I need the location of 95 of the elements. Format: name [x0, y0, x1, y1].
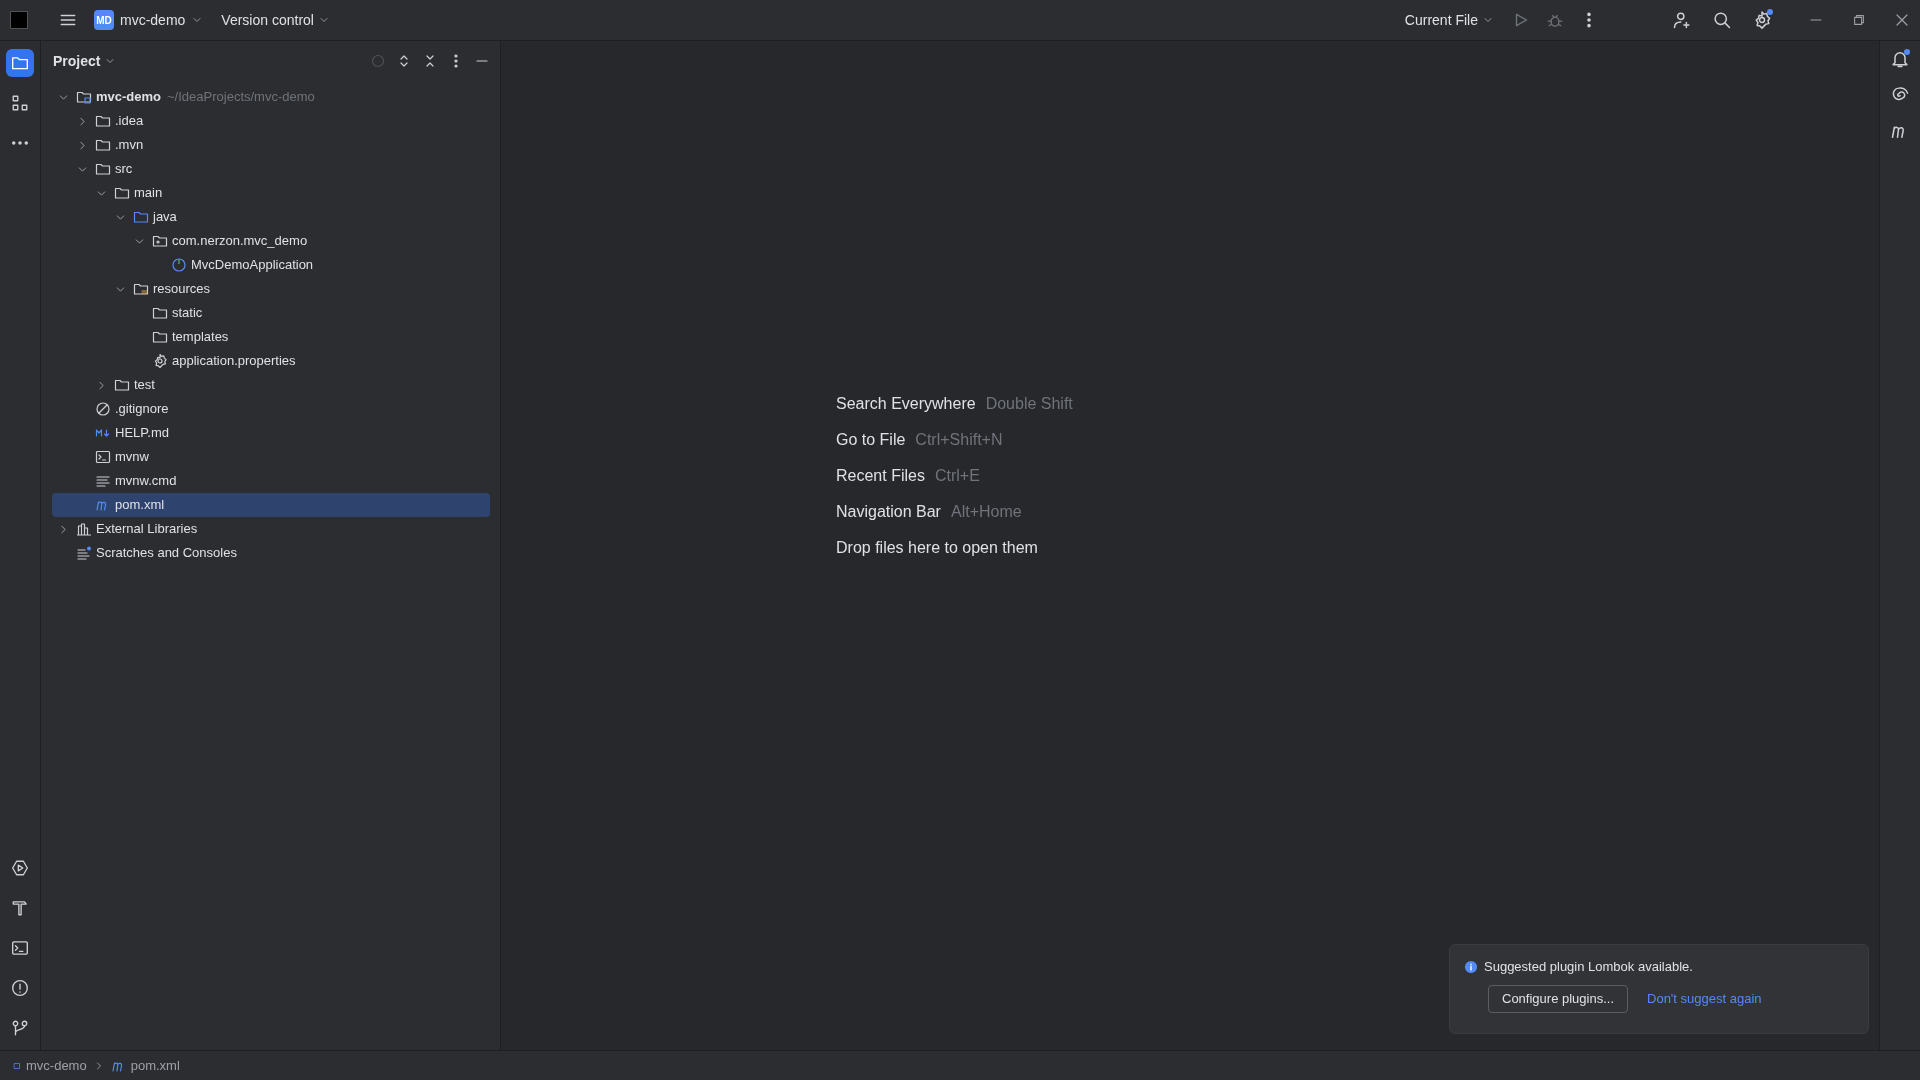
tree-item[interactable]: main — [52, 181, 490, 205]
folder-icon — [152, 305, 168, 321]
close-icon[interactable] — [1894, 12, 1910, 28]
folder-icon — [114, 377, 130, 393]
tree-item-label: static — [172, 304, 203, 323]
tree-item[interactable]: src — [52, 157, 490, 181]
app-logo — [10, 11, 28, 29]
folder-icon — [95, 137, 111, 153]
info-icon — [1464, 959, 1478, 974]
tree-item[interactable]: .idea — [52, 109, 490, 133]
shortcut-label: Alt+Home — [950, 501, 1022, 522]
configure-plugins-button[interactable]: Configure plugins... — [1488, 984, 1628, 1013]
add-user-icon[interactable] — [1672, 10, 1692, 30]
tree-item-label: External Libraries — [96, 520, 198, 539]
action-label: Search Everywhere — [836, 393, 976, 414]
folder-icon — [95, 113, 111, 129]
tree-item[interactable]: External Libraries — [52, 517, 490, 541]
scratch-icon — [76, 545, 92, 561]
shortcut-label: Ctrl+Shift+N — [915, 429, 1003, 450]
tree-item[interactable]: com.nerzon.mvc_demo — [52, 229, 490, 253]
tree-item-label: src — [115, 160, 133, 179]
tree-item[interactable]: .gitignore — [52, 397, 490, 421]
folder-icon — [11, 54, 29, 72]
tree-item[interactable]: resources — [52, 277, 490, 301]
tree-item[interactable]: Scratches and Consoles — [52, 541, 490, 565]
folder-icon — [133, 209, 149, 225]
tree-item-label: templates — [172, 328, 229, 347]
action-label: Navigation Bar — [836, 501, 941, 522]
prohibited-icon — [95, 401, 111, 417]
tool-window-button[interactable] — [6, 49, 34, 77]
breadcrumb[interactable]: mvc-demo — [12, 1055, 87, 1076]
warning-icon — [11, 979, 29, 997]
more-icon — [12, 141, 28, 145]
breadcrumb[interactable]: pom.xml — [110, 1055, 180, 1076]
tree-item-label: resources — [153, 280, 211, 299]
tree-item-label: application.properties — [172, 352, 296, 371]
terminal-icon — [95, 449, 111, 465]
tree-item[interactable]: mvc-demo ~/IdeaProjects/mvc-demo — [52, 85, 490, 109]
tree-item[interactable]: MvcDemoApplication — [52, 253, 490, 277]
tree-item[interactable]: .mvn — [52, 133, 490, 157]
tree-item-label: .mvn — [115, 136, 144, 155]
tree-item[interactable]: static — [52, 301, 490, 325]
tree-item[interactable]: test — [52, 373, 490, 397]
tree-item[interactable]: mvnw — [52, 445, 490, 469]
folder-icon — [95, 161, 111, 177]
action-label: Go to File — [836, 429, 906, 450]
run-configuration-selector[interactable]: Current File — [1400, 6, 1498, 34]
tree-item-label: com.nerzon.mvc_demo — [172, 232, 308, 251]
folder-icon — [114, 185, 130, 201]
notification-message: Suggested plugin Lombok available. — [1484, 958, 1693, 976]
structure-icon — [11, 94, 29, 112]
tree-item-label: .gitignore — [115, 400, 169, 419]
tree-item-label: main — [134, 184, 163, 203]
hammer-icon — [11, 899, 29, 917]
tree-item-label: MvcDemoApplication — [191, 256, 314, 275]
shortcut-label: Ctrl+E — [934, 465, 980, 486]
tree-item[interactable]: templates — [52, 325, 490, 349]
gear-icon — [152, 353, 168, 369]
tree-item[interactable]: mvnw.cmd — [52, 469, 490, 493]
class-icon — [171, 257, 187, 273]
tree-item-label: pom.xml — [115, 496, 165, 515]
terminal-icon — [11, 939, 29, 957]
folder-icon — [152, 233, 168, 249]
project-selector[interactable]: MD mvc-demo — [90, 6, 208, 34]
restore-icon[interactable] — [1852, 13, 1866, 27]
library-icon — [76, 521, 92, 537]
tree-item-label: .idea — [115, 112, 144, 131]
tree-item-label: mvnw.cmd — [115, 472, 177, 491]
folder-icon — [133, 281, 149, 297]
tree-item-label: mvnw — [115, 448, 149, 467]
dont-suggest-link[interactable]: Don't suggest again — [1647, 988, 1762, 1009]
tree-item[interactable]: application.properties — [52, 349, 490, 373]
text-file-icon — [95, 473, 111, 489]
action-label: Recent Files — [836, 465, 925, 486]
shortcut-label: Double Shift — [985, 393, 1073, 414]
services-icon — [11, 859, 29, 877]
folder-icon — [76, 89, 92, 105]
project-badge: MD — [94, 10, 114, 30]
folder-icon — [152, 329, 168, 345]
tree-item[interactable]: java — [52, 205, 490, 229]
notifications-icon[interactable] — [1890, 49, 1910, 69]
path-hint: ~/IdeaProjects/mvc-demo — [167, 88, 315, 107]
action-label: Drop files here to open them — [836, 537, 1038, 558]
module-icon — [12, 1060, 22, 1071]
search-icon[interactable] — [1712, 10, 1732, 30]
tree-item-label: Scratches and Consoles — [96, 544, 237, 563]
tree-item-label: HELP.md — [115, 424, 169, 443]
version-control-menu[interactable]: Version control — [217, 6, 334, 34]
tree-item[interactable]: pom.xml — [52, 493, 490, 517]
branch-icon — [11, 1019, 29, 1037]
tree-item-label: test — [134, 376, 155, 395]
panel-title-dropdown[interactable]: Project — [53, 50, 117, 72]
tree-item-label: java — [153, 208, 177, 227]
tree-item[interactable]: HELP.md — [52, 421, 490, 445]
tree-item-label: mvc-demo — [96, 88, 162, 107]
